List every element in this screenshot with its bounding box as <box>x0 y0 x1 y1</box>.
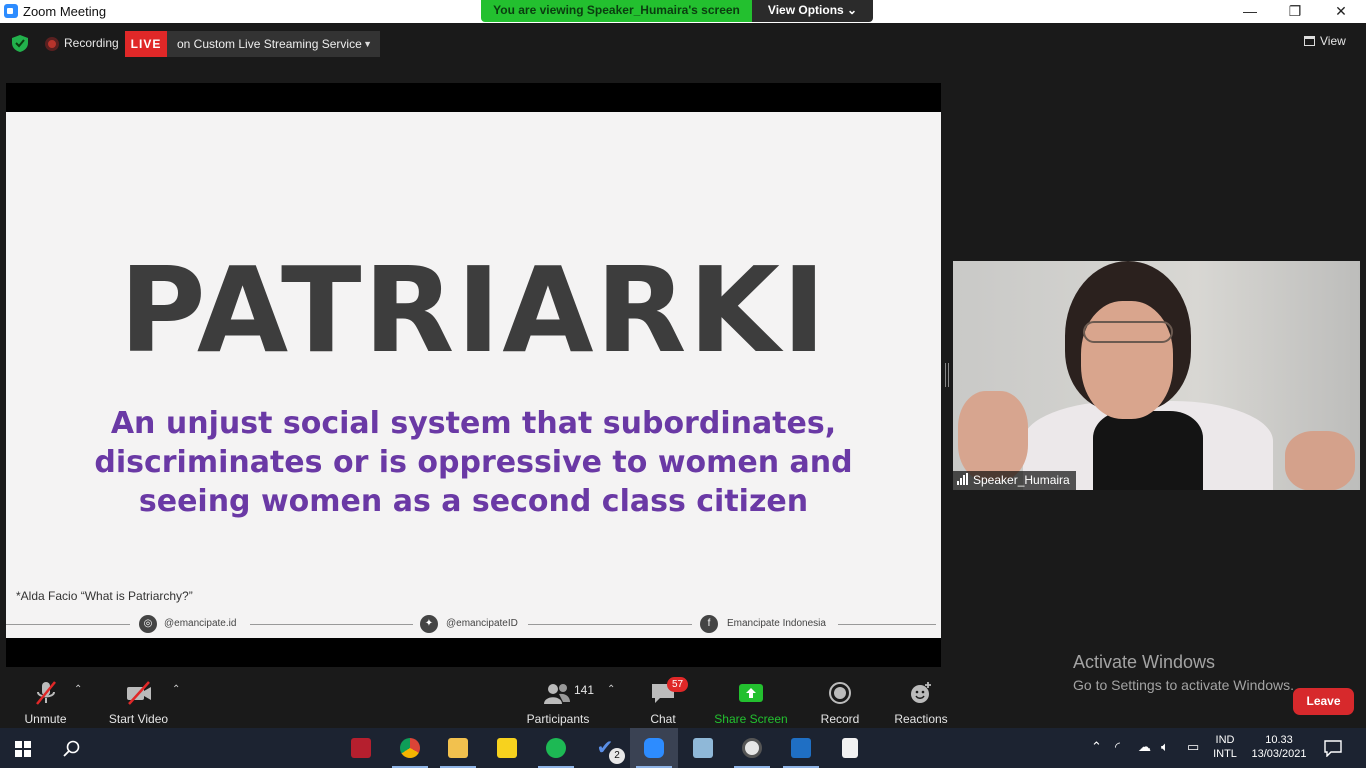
clock-date: 13/03/2021 <box>1251 748 1307 760</box>
clock[interactable]: 10.33 13/03/2021 <box>1248 733 1310 761</box>
participants-icon <box>544 684 570 704</box>
watermark-title: Activate Windows <box>1073 652 1216 672</box>
volume-icon[interactable]: 🔈︎ <box>1161 740 1169 754</box>
reactions-label: Reactions <box>894 712 948 726</box>
smiley-add-icon <box>911 682 931 703</box>
leave-button[interactable]: Leave <box>1293 688 1354 715</box>
window-title: Zoom Meeting <box>23 4 107 19</box>
record-label: Record <box>820 712 860 726</box>
footer-divider <box>6 624 130 625</box>
chat-label: Chat <box>650 712 676 726</box>
language-indicator[interactable]: IND INTL <box>1208 733 1242 761</box>
view-options-button[interactable]: View Options ⌄ <box>752 0 873 22</box>
share-screen-icon <box>739 684 763 702</box>
live-badge: LIVE <box>125 31 167 57</box>
mendeley-taskbar-icon[interactable] <box>337 728 385 768</box>
speaker-left-hand <box>958 391 1028 481</box>
resize-handle[interactable] <box>945 363 949 387</box>
footer-facebook: Emancipate Indonesia <box>727 618 826 629</box>
footer-divider <box>528 624 692 625</box>
speaker-shirt <box>1093 411 1203 490</box>
minimize-button[interactable]: — <box>1227 0 1273 23</box>
footer-twitter: @emancipateID <box>446 618 518 629</box>
cloud-icon[interactable]: ☁ <box>1138 740 1151 754</box>
notes-app-taskbar-icon[interactable] <box>679 728 727 768</box>
start-video-button[interactable]: Start Video <box>105 680 172 726</box>
security-shield-icon[interactable] <box>12 35 28 52</box>
recording-icon[interactable] <box>45 37 59 51</box>
notifications-icon[interactable] <box>1324 739 1342 757</box>
participants-options-caret[interactable]: ⌃ <box>607 684 615 695</box>
watermark-subtitle: Go to Settings to activate Windows. <box>1073 677 1294 693</box>
view-label: View <box>1320 34 1346 48</box>
speaker-glasses <box>1083 321 1173 343</box>
speaker-video[interactable] <box>953 261 1360 490</box>
microphone-muted-icon <box>35 681 56 705</box>
language-code: IND <box>1215 734 1235 746</box>
share-screen-button[interactable]: Share Screen <box>713 680 789 726</box>
speaker-right-hand <box>1285 431 1355 490</box>
close-button[interactable]: ✕ <box>1318 0 1364 23</box>
speaker-name-tag: Speaker_Humaira <box>953 471 1076 490</box>
battery-icon[interactable]: ▭ <box>1187 740 1199 754</box>
start-video-label: Start Video <box>108 712 169 726</box>
todo-taskbar-icon[interactable]: ✔ 2 <box>581 728 629 768</box>
signal-strength-icon <box>957 472 969 491</box>
chevron-down-icon: ▼ <box>363 39 372 49</box>
activate-windows-watermark: Activate Windows Go to Settings to activ… <box>1073 652 1294 693</box>
keyboard-layout: INTL <box>1213 748 1237 760</box>
chat-unread-badge: 57 <box>667 677 688 692</box>
footer-divider <box>838 624 936 625</box>
view-layout-button[interactable]: View <box>1304 34 1346 48</box>
slide-definition: An unjust social system that subordinate… <box>94 406 853 519</box>
file-explorer-taskbar-icon[interactable] <box>434 728 482 768</box>
spotify-taskbar-icon[interactable] <box>532 728 580 768</box>
viewing-screen-banner: You are viewing Speaker_Humaira's screen <box>481 0 752 22</box>
search-icon[interactable] <box>63 740 81 758</box>
video-camera-off-icon <box>126 681 151 705</box>
media-player-taskbar-icon[interactable] <box>777 728 825 768</box>
share-screen-label: Share Screen <box>714 712 788 726</box>
show-hidden-icons-caret[interactable]: ⌃ <box>1091 740 1102 754</box>
recording-label[interactable]: Recording <box>64 36 119 50</box>
chrome-taskbar-icon[interactable] <box>386 728 434 768</box>
instagram-icon: ◎ <box>139 615 157 633</box>
unmute-label: Unmute <box>24 712 67 726</box>
unmute-button[interactable]: Unmute <box>18 680 73 726</box>
slide-source-note: *Alda Facio “What is Patriarchy?” <box>16 589 193 603</box>
presentation-slide: PATRIARKI An unjust social system that s… <box>6 112 941 638</box>
speaker-name: Speaker_Humaira <box>973 473 1070 487</box>
wifi-icon[interactable]: ◜ <box>1115 740 1120 754</box>
audio-options-caret[interactable]: ⌃ <box>74 684 82 695</box>
windows-taskbar: ✔ 2 ⌃ ◜ ☁ 🔈︎ ▭ IND INTL 10.33 13/03/2021 <box>0 728 1366 768</box>
facebook-icon: f <box>700 615 718 633</box>
slide-footer: ◎ @emancipate.id ✦ @emancipateID f Emanc… <box>6 614 941 634</box>
zoom-taskbar-icon[interactable] <box>630 728 678 768</box>
record-button[interactable]: Record <box>818 680 862 726</box>
footer-divider <box>250 624 413 625</box>
twitter-icon: ✦ <box>420 615 438 633</box>
participants-label: Participants <box>526 712 590 726</box>
participants-count: 141 <box>574 683 595 697</box>
live-streaming-dropdown[interactable]: on Custom Live Streaming Service ▼ <box>167 31 380 57</box>
slide-headline: PATRIARKI <box>119 241 828 379</box>
document-taskbar-icon[interactable] <box>826 728 874 768</box>
sticky-notes-taskbar-icon[interactable] <box>483 728 531 768</box>
record-icon <box>829 682 851 704</box>
layout-grid-icon <box>1304 36 1315 46</box>
clock-app-taskbar-icon[interactable] <box>728 728 776 768</box>
windows-start-icon[interactable] <box>15 741 31 757</box>
live-service-label: on Custom Live Streaming Service <box>177 37 362 51</box>
footer-instagram: @emancipate.id <box>164 618 237 629</box>
clock-time: 10.33 <box>1265 734 1293 746</box>
restore-button[interactable]: ❐ <box>1272 0 1318 23</box>
todo-count-badge: 2 <box>609 748 625 764</box>
zoom-app-icon <box>4 4 18 18</box>
speaker-face <box>1081 301 1173 419</box>
video-options-caret[interactable]: ⌃ <box>172 684 180 695</box>
reactions-button[interactable]: Reactions <box>893 680 949 726</box>
